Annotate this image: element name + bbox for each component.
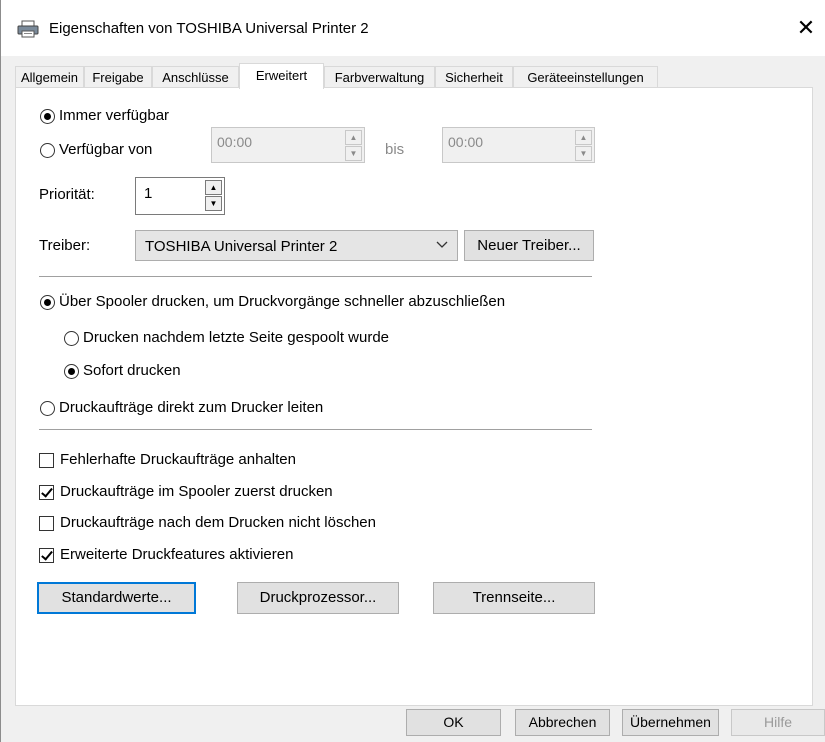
- printer-properties-window: Eigenschaften von TOSHIBA Universal Prin…: [0, 0, 825, 742]
- print-immediately-label: Sofort drucken: [83, 362, 181, 379]
- from-time-up-icon: ▲: [345, 130, 362, 145]
- hold-mismatched-label: Fehlerhafte Druckaufträge anhalten: [60, 451, 296, 468]
- cancel-button[interactable]: Abbrechen: [515, 709, 610, 736]
- defaults-button[interactable]: Standardwerte...: [37, 582, 196, 614]
- always-available-label: Immer verfügbar: [59, 107, 170, 124]
- priority-down-icon[interactable]: ▼: [205, 196, 222, 211]
- help-button[interactable]: Hilfe: [731, 709, 825, 736]
- advanced-features-checkbox[interactable]: [39, 548, 54, 563]
- printer-icon: [17, 20, 39, 38]
- separator-2: [39, 429, 592, 430]
- title-bar: Eigenschaften von TOSHIBA Universal Prin…: [1, 0, 825, 56]
- chevron-down-icon: [436, 241, 448, 248]
- separator-1: [39, 276, 592, 277]
- to-time-down-icon: ▼: [575, 146, 592, 161]
- priority-label: Priorität:: [39, 186, 95, 203]
- keep-printed-checkbox[interactable]: [39, 516, 54, 531]
- spooled-first-checkbox[interactable]: [39, 485, 54, 500]
- always-available-radio[interactable]: [40, 109, 55, 124]
- new-driver-button[interactable]: Neuer Treiber...: [464, 230, 594, 261]
- print-immediately-radio[interactable]: [64, 364, 79, 379]
- driver-label: Treiber:: [39, 237, 91, 254]
- separator-page-button[interactable]: Trennseite...: [433, 582, 595, 614]
- close-icon: ✕: [796, 15, 816, 40]
- spool-label: Über Spooler drucken, um Druckvorgänge s…: [59, 293, 506, 310]
- print-direct-label: Druckaufträge direkt zum Drucker leiten: [59, 399, 324, 416]
- from-time-down-icon: ▼: [345, 146, 362, 161]
- apply-button[interactable]: Übernehmen: [622, 709, 719, 736]
- spooled-first-label: Druckaufträge im Spooler zuerst drucken: [60, 483, 333, 500]
- hold-mismatched-checkbox[interactable]: [39, 453, 54, 468]
- print-processor-button[interactable]: Druckprozessor...: [237, 582, 399, 614]
- print-after-last-page-radio[interactable]: [64, 331, 79, 346]
- window-title: Eigenschaften von TOSHIBA Universal Prin…: [49, 20, 369, 37]
- print-after-last-page-label: Drucken nachdem letzte Seite gespoolt wu…: [83, 329, 390, 346]
- priority-up-icon[interactable]: ▲: [205, 180, 222, 195]
- available-from-radio[interactable]: [40, 143, 55, 158]
- to-label: bis: [385, 141, 405, 158]
- tab-sicherheit[interactable]: Sicherheit: [435, 66, 513, 88]
- available-from-label: Verfügbar von: [59, 141, 153, 158]
- driver-select[interactable]: TOSHIBA Universal Printer 2: [135, 230, 458, 261]
- tab-allgemein[interactable]: Allgemein: [15, 66, 84, 88]
- tab-farbverwaltung[interactable]: Farbverwaltung: [324, 66, 435, 88]
- tab-erweitert[interactable]: Erweitert: [239, 63, 324, 89]
- print-direct-radio[interactable]: [40, 401, 55, 416]
- available-to-time: 00:00 ▲ ▼: [442, 127, 595, 163]
- priority-stepper[interactable]: 1 ▲ ▼: [135, 177, 225, 215]
- spool-radio[interactable]: [40, 295, 55, 310]
- tab-freigabe[interactable]: Freigabe: [84, 66, 152, 88]
- ok-button[interactable]: OK: [406, 709, 501, 736]
- tab-geraeteeinstellungen[interactable]: Geräteeinstellungen: [513, 66, 658, 88]
- tab-anschluesse[interactable]: Anschlüsse: [152, 66, 239, 88]
- to-time-up-icon: ▲: [575, 130, 592, 145]
- advanced-features-label: Erweiterte Druckfeatures aktivieren: [60, 546, 294, 563]
- available-from-time: 00:00 ▲ ▼: [211, 127, 365, 163]
- close-button[interactable]: ✕: [786, 0, 825, 56]
- keep-printed-label: Druckaufträge nach dem Drucken nicht lös…: [60, 514, 376, 531]
